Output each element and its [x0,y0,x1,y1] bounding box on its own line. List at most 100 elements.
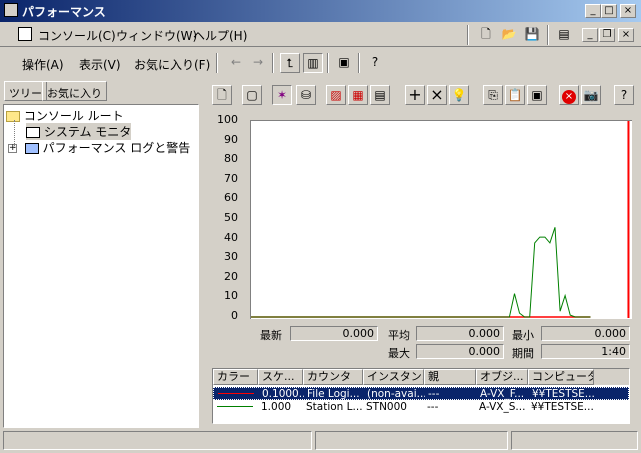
add-counter-icon[interactable]: + [405,85,425,105]
mdi-minimize-button[interactable]: _ [582,28,598,42]
console-icon[interactable] [18,27,32,41]
mdi-restore-button[interactable]: ❐ [599,28,615,42]
separator [467,25,469,45]
view-current-activity-icon[interactable]: ✶ [272,85,292,105]
monitor-toolbar: 🗋 ▢ ✶ ⛁ ▨ ▦ ▤ + × 💡 ⎘ 📋 ▣ × 📷 ? [204,80,638,110]
open-folder-icon[interactable]: 📂 [499,25,519,45]
maximize-button[interactable]: □ [601,4,617,18]
separator [358,53,360,73]
col-computer[interactable]: コンピュータ [528,369,594,385]
col-object[interactable]: オブジ... [476,369,528,385]
table-row[interactable]: 0.1000... File Logi... (non-avai... --- … [213,387,629,400]
system-monitor-icon [26,127,40,138]
up-one-level-icon[interactable]: ⮤ [280,53,300,73]
view-graph-icon[interactable]: ▨ [326,85,346,105]
action-toolbar: 操作(A) 表示(V) お気に入り(F) ← → ⮤ ▥ ▣ ? [0,49,641,77]
cell-object: A-VX_S... [479,401,526,413]
menu-view[interactable]: 表示(V) [79,56,121,73]
average-value: 0.000 [416,326,504,341]
console-tree: コンソール ルート システム モニタ + パフォーマンス ログと警告 [3,104,199,428]
new-document-icon[interactable]: 🗋 [476,25,496,45]
min-value: 0.000 [541,326,630,341]
highlight-icon[interactable]: 💡 [449,85,469,105]
tree-item-console-root[interactable]: コンソール ルート [6,107,124,124]
col-instance[interactable]: インスタン... [363,369,424,385]
stats-panel: 最新 0.000 平均 0.000 最小 0.000 最大 0.000 期間 1… [204,324,638,364]
cell-parent: --- [427,401,439,413]
delete-counter-icon[interactable]: × [427,85,447,105]
tab-tree[interactable]: ツリー [4,81,47,101]
freeze-display-icon[interactable]: × [559,85,579,105]
line-chart [251,121,630,318]
cell-scale: 0.1000... [262,388,304,400]
help-icon[interactable]: ? [365,53,385,73]
cell-object: A-VX_F... [480,388,525,400]
save-icon[interactable]: 💾 [522,25,542,45]
minimize-button[interactable]: _ [585,4,601,18]
forward-arrow-icon[interactable]: → [248,53,268,73]
col-color[interactable]: カラー [213,369,258,385]
tree-item-label: パフォーマンス ログと警告 [42,141,191,155]
status-bar-section-2 [315,431,508,450]
separator [272,53,274,73]
back-arrow-icon[interactable]: ← [226,53,246,73]
tree-item-label: システム モニタ [43,125,132,139]
y-tick-label: 0 [231,309,238,322]
y-tick-label: 50 [224,211,238,224]
view-report-icon[interactable]: ▤ [370,85,390,105]
cell-computer: ¥¥TESTSE... [532,388,595,400]
new-counter-set-icon[interactable]: 🗋 [212,85,232,105]
view-histogram-icon[interactable]: ▦ [348,85,368,105]
show-hide-tree-icon[interactable]: ▤ [554,25,574,45]
system-monitor-pane: 🗋 ▢ ✶ ⛁ ▨ ▦ ▤ + × 💡 ⎘ 📋 ▣ × 📷 ? 100 90 80 7… [204,80,638,428]
tab-favorites[interactable]: お気に入り [42,81,107,101]
cell-instance: (non-avai... [367,388,425,400]
monitor-help-icon[interactable]: ? [614,85,634,105]
table-row[interactable]: 1.000 Station L... STN000 --- A-VX_S... … [213,401,629,414]
menu-action[interactable]: 操作(A) [22,56,64,73]
counter-list-header: カラー スケ... カウンタ インスタン... 親 オブジ... コンピュータ [213,369,629,385]
expand-icon[interactable]: + [8,144,17,153]
mdi-close-button[interactable]: × [618,28,634,42]
col-counter[interactable]: カウンタ [303,369,363,385]
view-log-data-icon[interactable]: ⛁ [296,85,316,105]
show-hide-console-tree-icon[interactable]: ▥ [303,53,323,73]
menu-favorites[interactable]: お気に入り(F) [134,56,210,73]
y-tick-label: 20 [224,269,238,283]
menu-window[interactable]: ウィンドウ(W) [116,27,197,44]
tree-item-perf-logs[interactable]: + パフォーマンス ログと警告 [8,139,190,156]
copy-properties-icon[interactable]: ⎘ [483,85,503,105]
folder-icon [6,111,20,122]
cell-counter: Station L... [306,401,363,413]
menu-help[interactable]: ヘルプ(H) [193,27,247,44]
monitor-properties-icon[interactable]: ▣ [527,85,547,105]
clear-display-icon[interactable]: ▢ [242,85,262,105]
cell-scale: 1.000 [261,401,292,413]
menu-console[interactable]: コンソール(C) [38,27,116,44]
duration-value: 1:40 [541,344,630,359]
title-bar: パフォーマンス _ □ × [0,0,641,22]
series-line-2 [251,227,591,318]
y-tick-label: 10 [224,289,238,303]
y-tick-label: 30 [224,250,238,264]
tree-item-label: コンソール ルート [23,109,124,123]
col-scale[interactable]: スケ... [258,369,303,385]
y-tick-label: 90 [224,132,238,146]
plot-frame [250,120,632,319]
cell-instance: STN000 [366,401,407,413]
close-button[interactable]: × [620,4,636,18]
tree-item-system-monitor[interactable]: システム モニタ [26,123,132,140]
update-data-icon[interactable]: 📷 [581,85,601,105]
properties-icon[interactable]: ▣ [334,53,354,73]
y-tick-label: 60 [224,191,238,205]
y-tick-label: 80 [224,152,238,166]
y-tick-label: 70 [224,171,238,185]
cell-parent: --- [428,388,440,400]
cell-computer: ¥¥TESTSE... [531,401,594,413]
paste-counter-list-icon[interactable]: 📋 [505,85,525,105]
chart-area: 100 90 80 70 60 50 40 30 20 10 0 [204,112,638,322]
col-parent[interactable]: 親 [424,369,476,385]
max-value: 0.000 [416,344,504,359]
status-bar-section-3 [511,431,638,450]
separator [547,25,549,45]
